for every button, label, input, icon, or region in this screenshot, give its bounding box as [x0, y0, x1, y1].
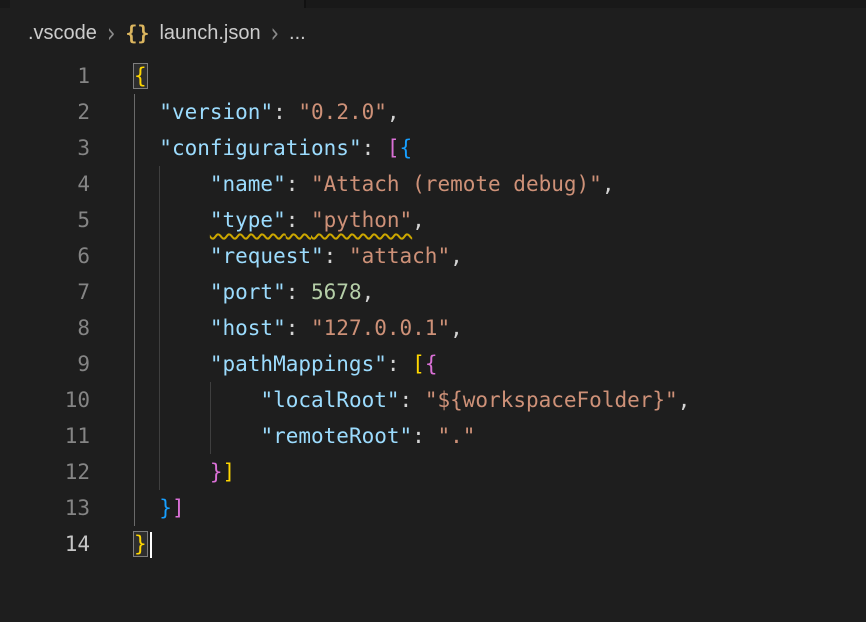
line-number[interactable]: 6 — [0, 238, 90, 274]
code-text: { — [90, 58, 147, 94]
code-text: "host": "127.0.0.1", — [90, 310, 463, 346]
line-number[interactable]: 3 — [0, 130, 90, 166]
code-text: "name": "Attach (remote debug)", — [90, 166, 614, 202]
text-cursor — [150, 532, 152, 558]
code-line[interactable]: 7 "port": 5678, — [0, 274, 866, 310]
line-number[interactable]: 2 — [0, 94, 90, 130]
code-line[interactable]: 12 }] — [0, 454, 866, 490]
code-text: }] — [90, 490, 185, 526]
code-line[interactable]: 5 "type": "python", — [0, 202, 866, 238]
line-number[interactable]: 11 — [0, 418, 90, 454]
line-number[interactable]: 1 — [0, 58, 90, 94]
matched-bracket: { — [134, 64, 147, 88]
breadcrumb-more[interactable]: ... — [289, 22, 306, 45]
breadcrumb: .vscode › {} launch.json › ... — [0, 8, 866, 58]
breadcrumb-file[interactable]: launch.json — [159, 22, 260, 45]
line-number[interactable]: 7 — [0, 274, 90, 310]
editor[interactable]: 1{2 "version": "0.2.0",3 "configurations… — [0, 58, 866, 562]
code-text: }] — [90, 454, 235, 490]
code-text: "remoteRoot": "." — [90, 418, 475, 454]
code-line[interactable]: 14} — [0, 526, 866, 562]
code-line[interactable]: 10 "localRoot": "${workspaceFolder}", — [0, 382, 866, 418]
line-number[interactable]: 5 — [0, 202, 90, 238]
line-number[interactable]: 10 — [0, 382, 90, 418]
code-text: "port": 5678, — [90, 274, 374, 310]
code-text: "request": "attach", — [90, 238, 463, 274]
code-line[interactable]: 4 "name": "Attach (remote debug)", — [0, 166, 866, 202]
code-line[interactable]: 1{ — [0, 58, 866, 94]
line-number[interactable]: 14 — [0, 526, 90, 562]
tab-bar-strip — [0, 0, 866, 8]
line-number[interactable]: 4 — [0, 166, 90, 202]
code-text: "version": "0.2.0", — [90, 94, 400, 130]
active-tab-edge — [10, 0, 306, 8]
code-line[interactable]: 13 }] — [0, 490, 866, 526]
line-number[interactable]: 12 — [0, 454, 90, 490]
code-line[interactable]: 3 "configurations": [{ — [0, 130, 866, 166]
code-lines: 1{2 "version": "0.2.0",3 "configurations… — [0, 58, 866, 562]
code-line[interactable]: 8 "host": "127.0.0.1", — [0, 310, 866, 346]
line-number[interactable]: 9 — [0, 346, 90, 382]
code-text: } — [90, 526, 152, 562]
code-line[interactable]: 6 "request": "attach", — [0, 238, 866, 274]
code-line[interactable]: 2 "version": "0.2.0", — [0, 94, 866, 130]
code-text: "pathMappings": [{ — [90, 346, 437, 382]
breadcrumb-folder[interactable]: .vscode — [28, 22, 97, 45]
chevron-right-icon: › — [271, 18, 279, 48]
json-braces-icon: {} — [125, 21, 149, 45]
code-text: "localRoot": "${workspaceFolder}", — [90, 382, 690, 418]
line-number[interactable]: 8 — [0, 310, 90, 346]
code-line[interactable]: 9 "pathMappings": [{ — [0, 346, 866, 382]
chevron-right-icon: › — [107, 18, 115, 48]
line-number[interactable]: 13 — [0, 490, 90, 526]
code-line[interactable]: 11 "remoteRoot": "." — [0, 418, 866, 454]
code-text: "configurations": [{ — [90, 130, 412, 166]
code-text: "type": "python", — [90, 202, 425, 238]
matched-bracket: } — [134, 532, 147, 556]
